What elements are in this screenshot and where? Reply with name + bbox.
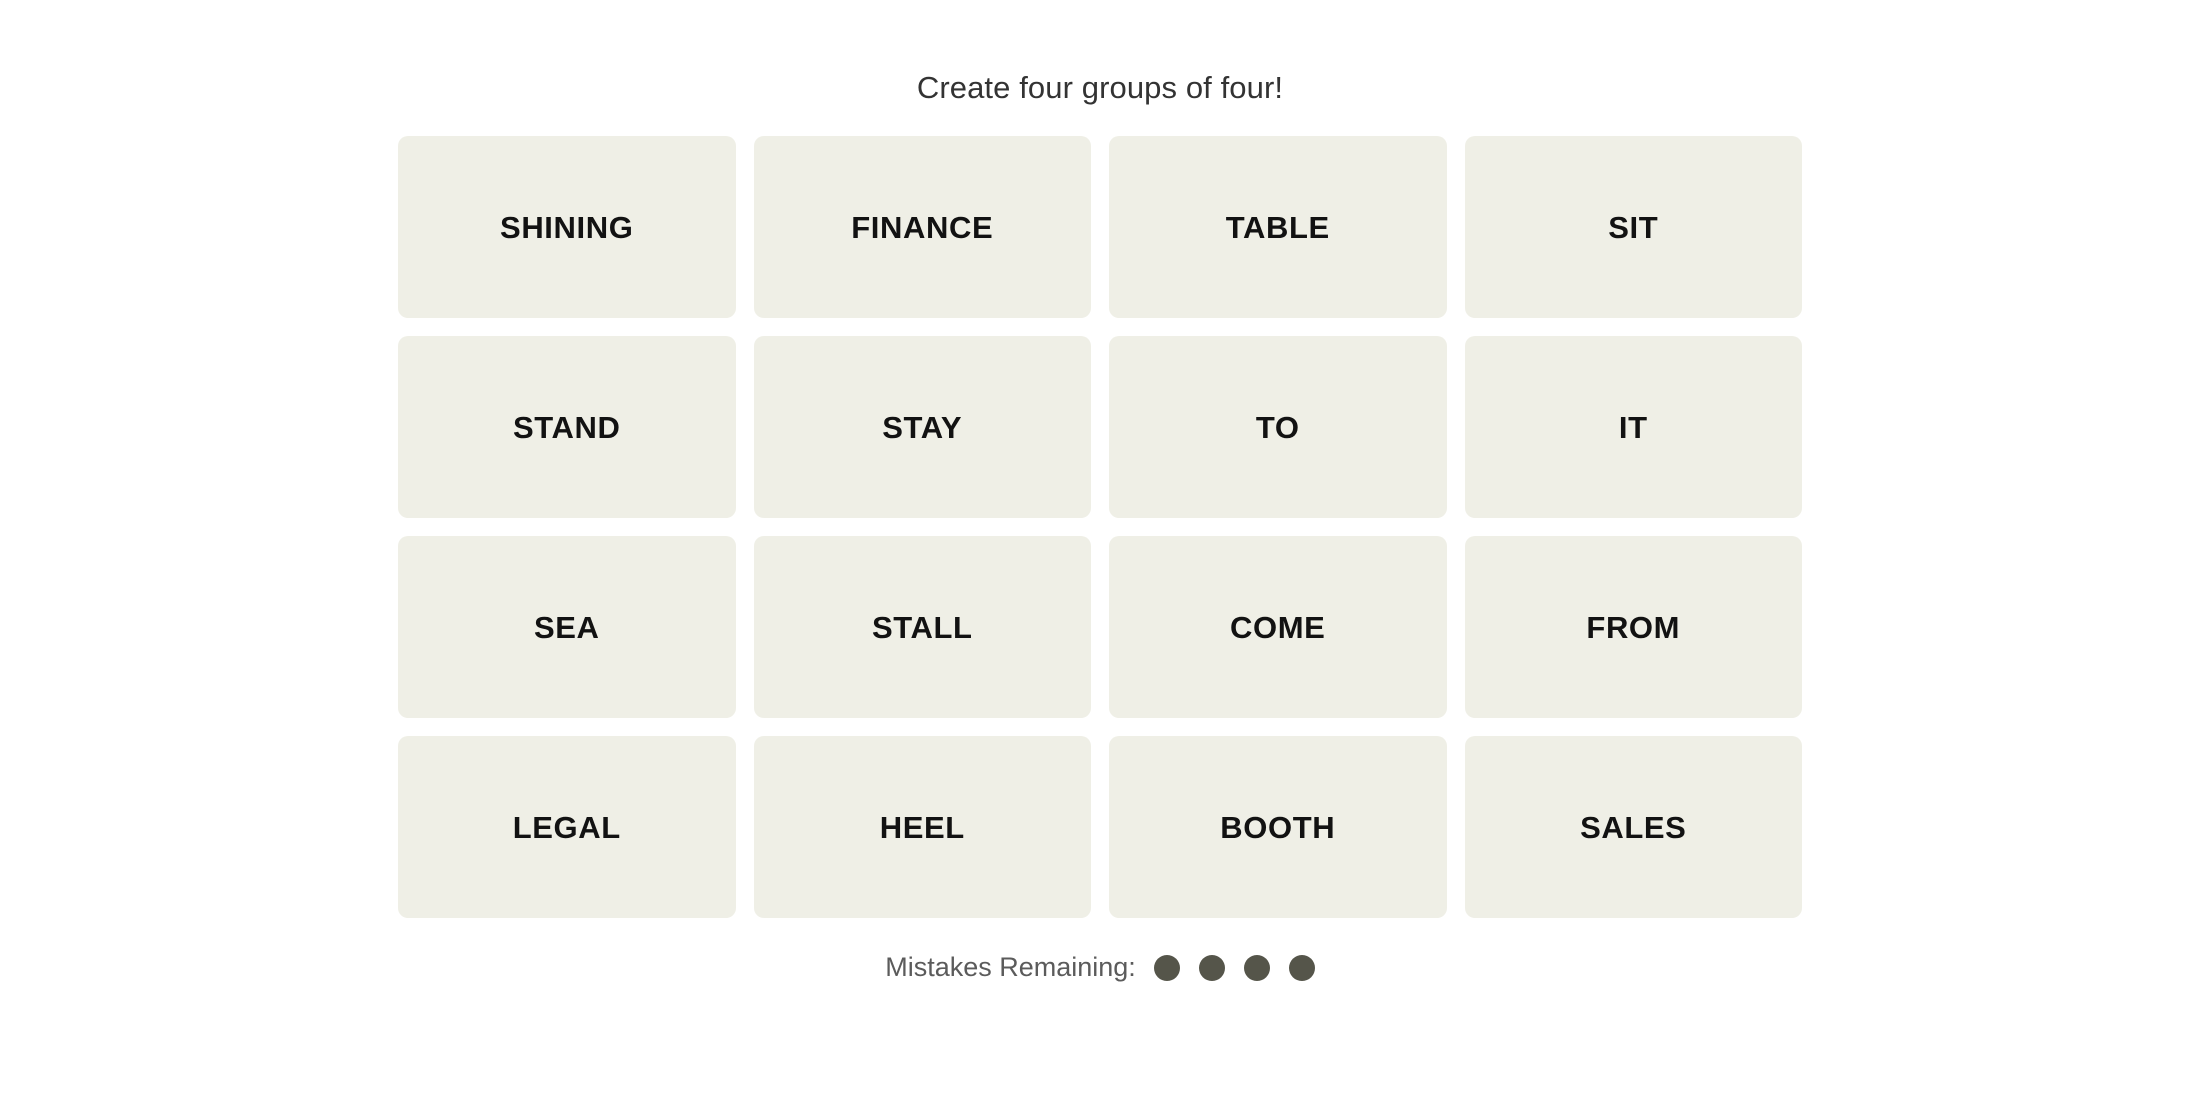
word-tile[interactable]: BOOTH xyxy=(1109,736,1447,918)
word-tile-label: BOOTH xyxy=(1220,809,1336,845)
mistakes-dots xyxy=(1153,954,1315,981)
word-tile-label: FINANCE xyxy=(851,209,994,245)
mistake-dot xyxy=(1198,954,1225,981)
word-tile-label: SEA xyxy=(533,609,600,645)
mistake-dot xyxy=(1153,954,1180,981)
word-tile-label: HEEL xyxy=(879,809,965,845)
word-tile[interactable]: STAY xyxy=(753,336,1091,518)
mistakes-remaining-label: Mistakes Remaining: xyxy=(885,952,1136,982)
word-tile[interactable]: STAND xyxy=(398,336,736,518)
word-grid: SHINING FINANCE TABLE SIT STAND STAY TO … xyxy=(398,136,1802,918)
word-tile[interactable]: SHINING xyxy=(398,136,736,318)
mistakes-remaining: Mistakes Remaining: xyxy=(885,954,1315,981)
word-tile[interactable]: SEA xyxy=(398,536,736,718)
word-tile[interactable]: STALL xyxy=(753,536,1091,718)
word-tile[interactable]: SIT xyxy=(1464,136,1802,318)
word-tile[interactable]: FROM xyxy=(1464,536,1802,718)
word-tile-label: LEGAL xyxy=(512,809,621,845)
word-tile-label: IT xyxy=(1618,409,1648,445)
word-tile[interactable]: TABLE xyxy=(1109,136,1447,318)
page-title: Create four groups of four! xyxy=(916,70,1284,105)
word-tile-label: SIT xyxy=(1608,209,1659,245)
word-tile[interactable]: IT xyxy=(1464,336,1802,518)
word-tile-label: SHINING xyxy=(500,209,634,245)
word-tile-label: COME xyxy=(1230,609,1326,645)
word-tile-label: SALES xyxy=(1580,809,1687,845)
connections-game: Create four groups of four! SHINING FINA… xyxy=(0,0,2200,1100)
mistake-dot xyxy=(1288,954,1315,981)
word-tile[interactable]: HEEL xyxy=(753,736,1091,918)
mistake-dot xyxy=(1243,954,1270,981)
word-tile[interactable]: COME xyxy=(1109,536,1447,718)
word-tile-label: STAND xyxy=(513,409,621,445)
word-tile[interactable]: FINANCE xyxy=(753,136,1091,318)
word-tile[interactable]: LEGAL xyxy=(398,736,736,918)
word-tile-label: TABLE xyxy=(1225,209,1330,245)
word-tile[interactable]: TO xyxy=(1109,336,1447,518)
word-tile-label: STALL xyxy=(871,609,973,645)
word-tile-label: FROM xyxy=(1586,609,1681,645)
word-tile-label: STAY xyxy=(882,409,963,445)
word-tile-label: TO xyxy=(1255,409,1300,445)
word-tile[interactable]: SALES xyxy=(1464,736,1802,918)
